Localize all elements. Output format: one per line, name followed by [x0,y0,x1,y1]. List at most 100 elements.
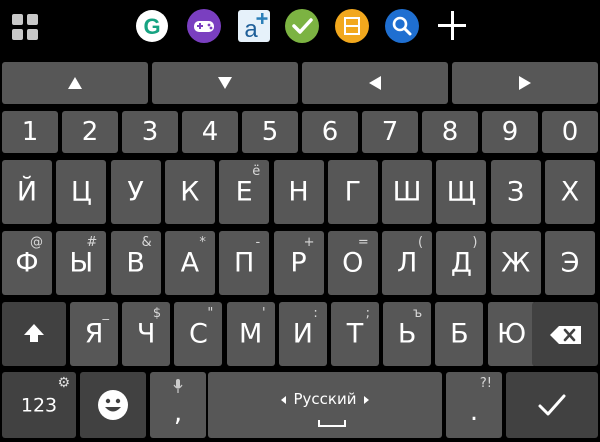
svg-text:a: a [244,16,258,43]
key-label: 1 [21,117,39,147]
key-label: Ю [497,318,527,350]
key-9[interactable]: 9 [482,111,538,153]
key-hint: ( [418,235,424,250]
key-letter[interactable]: Ц [56,160,107,224]
search-icon[interactable] [384,8,420,44]
backspace-icon [550,326,581,344]
key-letter[interactable]: Б [435,302,484,366]
check-icon[interactable] [284,8,320,44]
key-label: Г [344,176,362,208]
key-3[interactable]: 3 [122,111,178,153]
symbols-key[interactable]: 123 ⚙ [2,372,76,438]
backspace-key[interactable] [532,302,598,366]
key-label: Й [16,176,38,208]
dictionary-icon[interactable]: a [236,8,272,44]
key-hint: " [207,306,214,321]
shift-key[interactable] [2,302,66,366]
key-hint: ё [252,164,261,179]
key-letter[interactable]: Й [2,160,52,224]
key-label: 9 [501,117,519,147]
key-label: К [180,176,200,208]
key-letter[interactable]: З [490,160,541,224]
key-letter[interactable]: Ф @ [2,231,52,295]
key-hint: ) [472,235,478,250]
key-letter[interactable]: М ' [226,302,275,366]
comma-key[interactable]: , [150,372,206,438]
key-8[interactable]: 8 [422,111,478,153]
key-label: Щ [446,176,477,208]
arrow-left-key[interactable] [302,62,448,104]
space-bar-icon [318,420,346,427]
key-letter[interactable]: Э [545,231,595,295]
grammarly-icon[interactable]: G [134,8,170,44]
key-hint: # [86,235,98,250]
arrow-right-icon [519,76,531,90]
key-hint: * [199,235,206,250]
key-0[interactable]: 0 [542,111,598,153]
apps-grid-icon[interactable] [12,14,38,40]
key-letter[interactable]: Я _ [70,302,118,366]
arrow-up-key[interactable] [2,62,148,104]
key-4[interactable]: 4 [182,111,238,153]
key-letter[interactable]: К [164,160,215,224]
notes-icon[interactable] [334,8,370,44]
key-letter[interactable]: Л( [382,231,433,295]
key-label: Р [290,247,307,279]
key-1[interactable]: 1 [2,111,58,153]
microphone-icon [173,378,183,398]
key-hint: & [141,235,152,250]
key-letter[interactable]: Ы # [56,231,107,295]
key-label: Ы [69,247,94,279]
checkmark-icon [538,394,566,416]
arrow-right-key[interactable] [452,62,598,104]
key-letter[interactable]: Г [327,160,378,224]
key-hint: ; [365,306,370,321]
key-label: Н [288,176,309,208]
lang-next-icon [364,395,370,404]
key-letter[interactable]: И: [278,302,327,366]
key-hint: @ [30,235,43,250]
arrow-down-key[interactable] [152,62,298,104]
key-label: И [292,318,313,350]
key-letter[interactable]: Ю [487,302,536,366]
period-key[interactable]: .?! [446,372,502,438]
key-letter[interactable]: В & [110,231,161,295]
key-letter[interactable]: Ч $ [122,302,171,366]
key-hint: $ [152,306,162,321]
suggestion-toolbar: Ga [0,0,600,52]
key-letter[interactable]: Ш [382,160,433,224]
key-letter[interactable]: Ьъ [383,302,432,366]
key-label: Л [396,247,418,279]
key-7[interactable]: 7 [362,111,418,153]
add-icon[interactable] [434,6,470,46]
arrow-down-icon [218,77,232,89]
key-2[interactable]: 2 [62,111,118,153]
key-letter[interactable]: О = [327,231,378,295]
key-label: З [507,176,525,208]
key-label: 8 [441,117,459,147]
key-letter[interactable]: Х [545,160,595,224]
key-letter[interactable]: Р + [273,231,324,295]
emoji-key[interactable] [80,372,146,438]
key-label: С [188,318,208,350]
key-hint: ъ [413,306,423,321]
key-label: В [126,247,145,279]
key-letter[interactable]: А * [164,231,215,295]
key-letter[interactable]: С " [174,302,223,366]
game-controller-icon[interactable] [186,8,222,44]
key-letter[interactable]: Её [219,160,270,224]
key-letter[interactable]: Щ [436,160,487,224]
key-label: Ч [136,318,156,350]
key-letter[interactable]: Ж [490,231,541,295]
key-letter[interactable]: У [110,160,161,224]
key-6[interactable]: 6 [302,111,358,153]
key-letter[interactable]: Н [273,160,324,224]
key-label: У [127,176,144,208]
key-letter[interactable]: Д) [436,231,487,295]
space-key[interactable]: Русский [208,372,442,438]
key-label: , [173,397,183,428]
key-5[interactable]: 5 [242,111,298,153]
key-letter[interactable]: Т; [331,302,379,366]
key-letter[interactable]: П- [219,231,270,295]
enter-key[interactable] [506,372,598,438]
